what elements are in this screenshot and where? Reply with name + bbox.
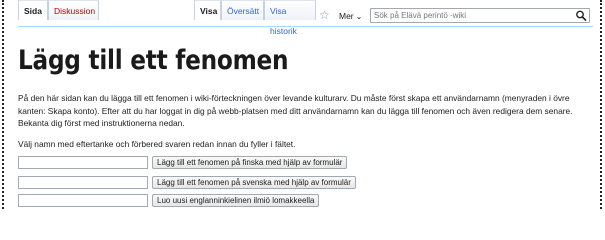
dotted-border-right: [600, 0, 602, 209]
page-frame: Sida Diskussion Visa Översätt Visa histo…: [0, 0, 605, 209]
add-finnish-button[interactable]: Lägg till ett fenomen på finska med hjäl…: [152, 156, 348, 169]
name-input-swedish[interactable]: [18, 176, 148, 189]
tab-baseline: [18, 26, 593, 27]
intro-text: På den här sidan kan du lägga till ett f…: [18, 93, 573, 128]
dotted-border-left: [2, 0, 4, 209]
tab-discussion[interactable]: Diskussion: [48, 0, 99, 20]
magnifier-icon[interactable]: [575, 10, 587, 21]
name-input-english[interactable]: [18, 194, 148, 207]
tab-view[interactable]: Visa: [194, 0, 221, 20]
add-swedish-button[interactable]: Lägg till ett fenomen på svenska med hjä…: [152, 176, 356, 189]
star-icon[interactable]: ☆: [319, 9, 330, 21]
add-english-button[interactable]: Luo uusi englanninkielinen ilmiö lomakke…: [152, 194, 320, 207]
tab-page[interactable]: Sida: [18, 0, 48, 20]
more-menu[interactable]: Mer ⌄: [339, 11, 362, 21]
hint-text: Välj namn med eftertanke och förbered sv…: [18, 139, 296, 149]
more-label: Mer: [339, 11, 354, 21]
name-input-finnish[interactable]: [18, 156, 148, 169]
chevron-down-icon: ⌄: [355, 12, 363, 21]
search-box: [370, 8, 590, 23]
tab-translate[interactable]: Översätt: [221, 0, 264, 20]
search-input[interactable]: [371, 9, 577, 22]
page-title: Lägg till ett fenomen: [18, 45, 289, 76]
tab-view-history[interactable]: Visa historik: [264, 0, 316, 36]
